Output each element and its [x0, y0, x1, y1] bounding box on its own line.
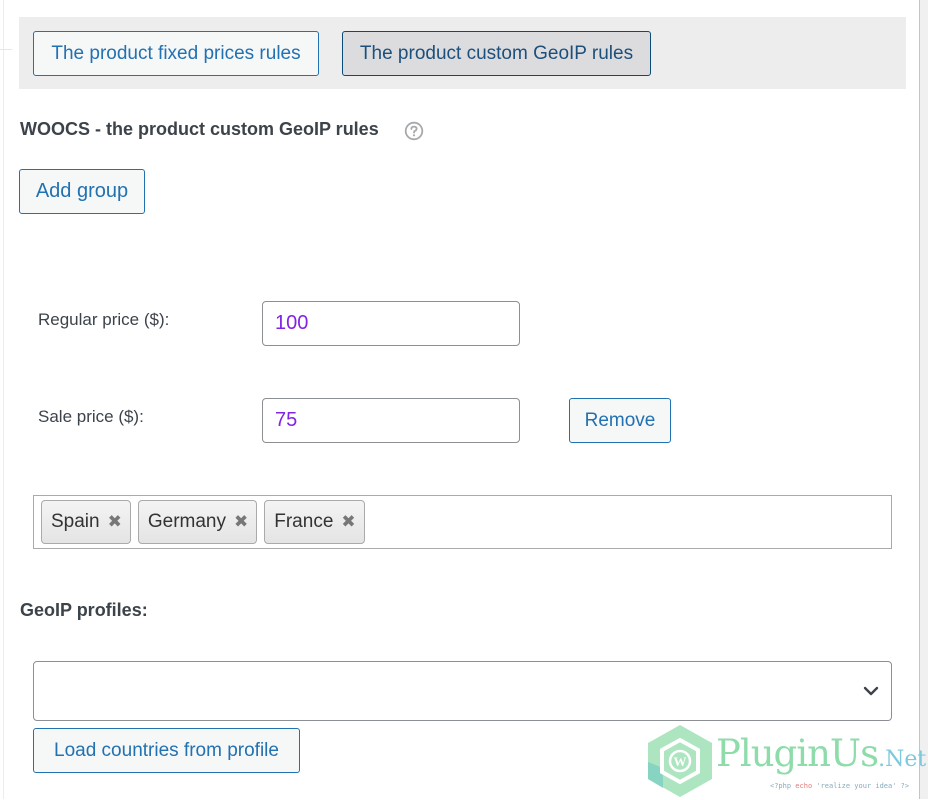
logo-tagline-rest: 'realize your idea' ?> — [816, 782, 910, 790]
pluginus-hexagon-icon: W — [648, 725, 712, 797]
logo-tagline-open: <?php — [770, 782, 792, 790]
left-edge-divider — [3, 0, 4, 799]
country-tag: France ✖ — [264, 500, 365, 544]
regular-price-input[interactable]: 100 — [262, 301, 520, 346]
tab-fixed-prices-rules[interactable]: The product fixed prices rules — [33, 31, 319, 76]
geoip-profiles-select[interactable] — [33, 661, 892, 721]
country-tag-label: France — [274, 511, 334, 532]
left-edge-tick — [0, 49, 12, 50]
sale-price-value: 75 — [275, 409, 298, 431]
close-icon[interactable]: ✖ — [234, 512, 248, 532]
country-tag: Germany ✖ — [137, 500, 258, 544]
load-countries-button[interactable]: Load countries from profile — [33, 728, 300, 773]
geoip-profiles-label: GeoIP profiles: — [20, 600, 148, 620]
chevron-down-icon — [863, 686, 879, 696]
logo-wordmark: PluginUs.Net — [716, 732, 926, 775]
pluginus-logo: W PluginUs.Net <?php echo 'realize your … — [643, 722, 926, 800]
sale-price-label: Sale price ($): — [38, 407, 144, 426]
country-tag: Spain ✖ — [41, 500, 131, 544]
regular-price-value: 100 — [275, 312, 309, 334]
question-circle-icon[interactable] — [404, 121, 424, 141]
logo-brand: PluginUs — [716, 732, 879, 775]
country-tag-label: Spain — [51, 511, 100, 532]
right-panel — [920, 0, 928, 799]
section-title: WOOCS - the product custom GeoIP rules — [20, 119, 379, 139]
remove-group-button[interactable]: Remove — [569, 398, 671, 443]
regular-price-label: Regular price ($): — [38, 310, 170, 329]
tab-custom-geoip-rules[interactable]: The product custom GeoIP rules — [342, 31, 651, 76]
svg-text:W: W — [674, 754, 687, 769]
logo-tagline-keyword: echo — [795, 782, 813, 790]
close-icon[interactable]: ✖ — [341, 512, 355, 532]
country-tag-label: Germany — [147, 511, 226, 532]
add-group-button[interactable]: Add group — [19, 169, 145, 214]
countries-multiselect[interactable]: Spain ✖ Germany ✖ France ✖ — [33, 495, 892, 549]
logo-suffix: .Net — [878, 747, 927, 772]
sale-price-input[interactable]: 75 — [262, 398, 520, 443]
logo-tagline: <?php echo 'realize your idea' ?> — [770, 782, 909, 790]
close-icon[interactable]: ✖ — [108, 512, 122, 532]
